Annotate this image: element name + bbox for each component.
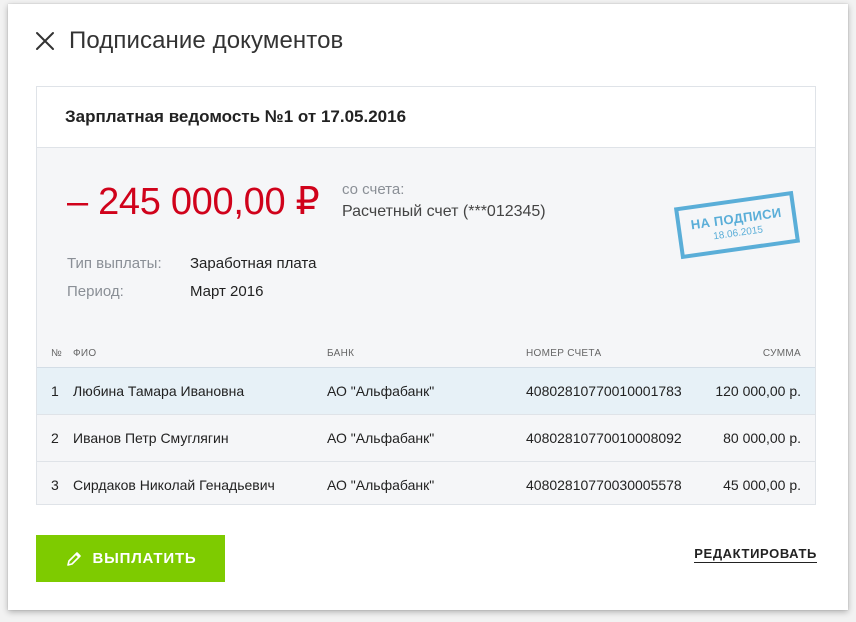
- row-sum: 80 000,00 р.: [723, 430, 801, 446]
- total-amount: – 245 000,00 ₽: [67, 181, 320, 223]
- header-bank: БАНК: [327, 348, 355, 359]
- table-header: № ФИО БАНК НОМЕР СЧЕТА СУММА: [37, 337, 815, 367]
- payment-type-value: Заработная плата: [190, 255, 317, 272]
- row-account: 40802810770030005578: [526, 477, 682, 493]
- header-sum: СУММА: [762, 348, 801, 359]
- status-stamp: НА ПОДПИСИ 18.06.2015: [673, 190, 801, 260]
- row-num: 3: [51, 477, 59, 493]
- row-num: 1: [51, 383, 59, 399]
- row-num: 2: [51, 430, 59, 446]
- header-name: ФИО: [73, 348, 97, 359]
- card-header: Зарплатная ведомость №1 от 17.05.2016: [37, 87, 815, 148]
- payroll-card: Зарплатная ведомость №1 от 17.05.2016 – …: [36, 86, 816, 505]
- row-name: Иванов Петр Смуглягин: [73, 430, 229, 446]
- table-row[interactable]: 1 Любина Тамара Ивановна АО "Альфабанк" …: [37, 367, 815, 414]
- row-name: Сирдаков Николай Генадьевич: [73, 477, 275, 493]
- close-icon[interactable]: [35, 31, 55, 51]
- header-account: НОМЕР СЧЕТА: [526, 348, 602, 359]
- payees-table: № ФИО БАНК НОМЕР СЧЕТА СУММА 1 Любина Та…: [37, 337, 815, 504]
- payment-type-label: Тип выплаты:: [67, 255, 162, 272]
- row-name: Любина Тамара Ивановна: [73, 383, 245, 399]
- header-num: №: [51, 348, 63, 359]
- edit-link[interactable]: РЕДАКТИРОВАТЬ: [694, 546, 817, 563]
- period-value: Март 2016: [190, 283, 264, 300]
- period-label: Период:: [67, 283, 124, 300]
- row-bank: АО "Альфабанк": [327, 430, 435, 446]
- source-account-value: Расчетный счет (***012345): [342, 203, 546, 220]
- pay-button[interactable]: ВЫПЛАТИТЬ: [36, 535, 225, 582]
- row-account: 40802810770010008092: [526, 430, 682, 446]
- pen-icon: [66, 551, 81, 566]
- row-sum: 45 000,00 р.: [723, 477, 801, 493]
- document-title: Зарплатная ведомость №1 от 17.05.2016: [65, 107, 407, 126]
- table-row[interactable]: 3 Сирдаков Николай Генадьевич АО "Альфаб…: [37, 461, 815, 504]
- row-account: 40802810770010001783: [526, 383, 682, 399]
- signing-dialog: Подписание документов Зарплатная ведомос…: [8, 4, 848, 610]
- source-account-label: со счета:: [342, 181, 405, 198]
- row-bank: АО "Альфабанк": [327, 383, 435, 399]
- pay-button-label: ВЫПЛАТИТЬ: [92, 550, 197, 567]
- row-bank: АО "Альфабанк": [327, 477, 435, 493]
- row-sum: 120 000,00 р.: [715, 383, 801, 399]
- table-row[interactable]: 2 Иванов Петр Смуглягин АО "Альфабанк" 4…: [37, 414, 815, 461]
- dialog-title: Подписание документов: [69, 27, 344, 54]
